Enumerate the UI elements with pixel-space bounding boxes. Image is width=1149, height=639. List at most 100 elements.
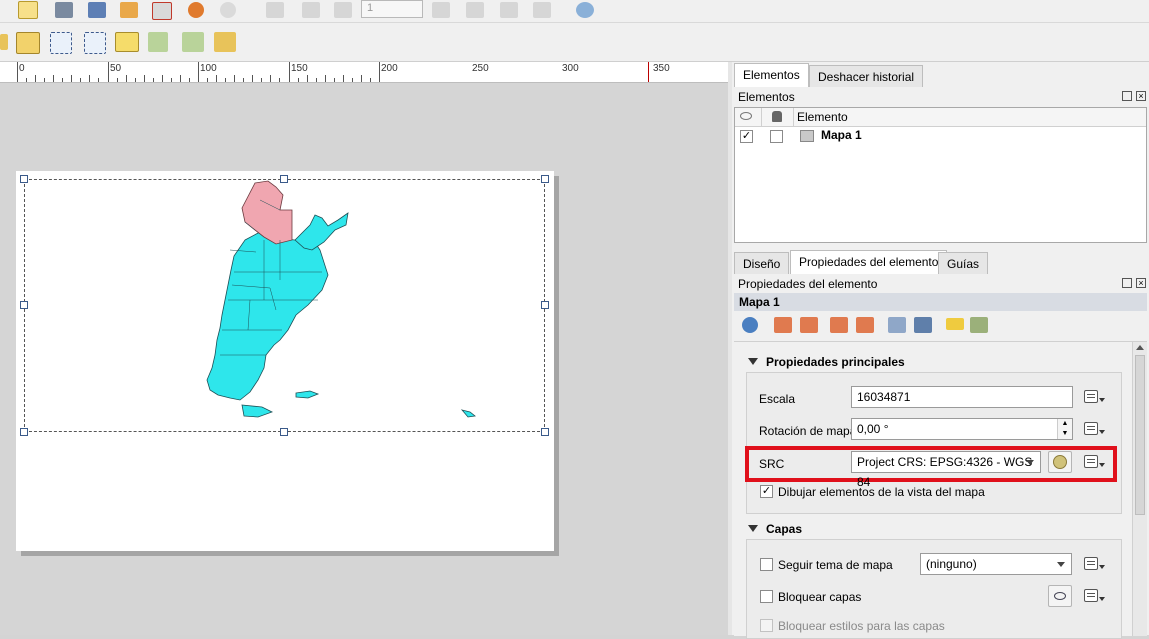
ruler-tick — [162, 75, 163, 82]
resize-handle-bl[interactable] — [20, 428, 28, 436]
ruler-tick — [198, 62, 199, 82]
src-override-button[interactable] — [1082, 452, 1108, 472]
set-extent-icon[interactable] — [774, 317, 792, 333]
resize-handle-mr[interactable] — [541, 301, 549, 309]
next-feature-icon[interactable] — [432, 2, 450, 18]
ruler-label: 250 — [472, 63, 489, 74]
draw-items-checkbox[interactable]: ✓ — [760, 485, 773, 498]
map-tierra-del-fuego — [241, 404, 274, 418]
theme-override-button[interactable] — [1082, 554, 1108, 574]
scroll-up-icon[interactable] — [1136, 345, 1144, 350]
layers-header[interactable]: Capas — [766, 522, 802, 536]
vertical-scrollbar[interactable] — [1132, 342, 1147, 636]
lock-layers-override-button[interactable] — [1082, 586, 1108, 606]
item-lock-checkbox[interactable] — [770, 130, 783, 143]
collapse-layers-icon[interactable] — [748, 525, 758, 532]
rotation-input[interactable]: 0,00 ° ▲ ▼ — [851, 418, 1073, 440]
scrollbar-thumb[interactable] — [1135, 355, 1145, 515]
ruler-tick — [289, 62, 290, 82]
raise-items-icon[interactable] — [115, 32, 139, 52]
refresh-icon[interactable] — [742, 317, 758, 333]
label-settings-icon[interactable] — [970, 317, 988, 333]
rotation-label: Rotación de mapa — [759, 424, 857, 438]
props-panel-title: Propiedades del elemento — [738, 277, 878, 291]
distribute-icon[interactable] — [182, 32, 204, 52]
print-atlas-icon[interactable] — [500, 2, 518, 18]
grid-icon[interactable] — [914, 317, 932, 333]
ruler-tick — [252, 75, 253, 82]
follow-theme-checkbox[interactable] — [760, 558, 773, 571]
map-item-icon — [800, 130, 814, 142]
atlas-icon[interactable] — [266, 2, 284, 18]
tab-guias[interactable]: Guías — [938, 252, 989, 274]
first-feature-icon[interactable] — [302, 2, 320, 18]
group-icon[interactable] — [50, 32, 72, 54]
tab-elementos[interactable]: Elementos — [734, 63, 809, 87]
resize-handle-tr[interactable] — [541, 175, 549, 183]
layer-visibility-button[interactable] — [1048, 585, 1072, 607]
undo-icon[interactable] — [188, 2, 204, 18]
ruler-tick — [53, 75, 54, 82]
resize-handle-ml[interactable] — [20, 301, 28, 309]
select-crs-button[interactable] — [1048, 451, 1072, 473]
unlock-items-icon[interactable] — [16, 32, 40, 54]
labels-icon[interactable] — [946, 318, 964, 330]
ruler-label: 200 — [381, 63, 398, 74]
rotation-override-button[interactable] — [1082, 419, 1108, 439]
view-extent-icon[interactable] — [800, 317, 818, 333]
theme-combo[interactable]: (ninguno) — [920, 553, 1072, 575]
resize-handle-tl[interactable] — [20, 175, 28, 183]
zoom-layer-icon[interactable] — [888, 317, 906, 333]
print-icon[interactable] — [55, 2, 73, 18]
ruler-tick — [17, 62, 18, 82]
ruler-tick — [279, 78, 280, 82]
move-content-icon[interactable] — [856, 317, 874, 333]
item-toolbar — [0, 23, 1149, 62]
lock-layers-checkbox[interactable] — [760, 590, 773, 603]
resize-handle-bm[interactable] — [280, 428, 288, 436]
ruler-tick — [180, 75, 181, 82]
tab-deshacer-historial[interactable]: Deshacer historial — [809, 65, 924, 87]
export-pdf-icon[interactable] — [152, 2, 172, 20]
ruler-label: 300 — [562, 63, 579, 74]
export-svg-icon[interactable] — [120, 2, 138, 18]
ruler-tick — [98, 78, 99, 82]
align-left-icon[interactable] — [148, 32, 168, 52]
close-props-icon[interactable]: × — [1136, 278, 1146, 288]
rotation-spin-icon[interactable]: ▲ ▼ — [1057, 419, 1072, 439]
elements-tree[interactable]: Elemento ✓ Mapa 1 — [734, 107, 1147, 243]
ruler-label: 0 — [19, 63, 25, 74]
resize-icon[interactable] — [214, 32, 236, 52]
page-number-combo[interactable]: 1 — [361, 0, 423, 18]
export-image-icon[interactable] — [88, 2, 106, 18]
main-props-header[interactable]: Propiedades principales — [766, 355, 905, 369]
src-combo[interactable]: Project CRS: EPSG:4326 - WGS 84 — [851, 451, 1041, 489]
scale-override-button[interactable] — [1082, 387, 1108, 407]
tab-diseno-label: Diseño — [743, 257, 781, 271]
last-feature-icon[interactable] — [466, 2, 484, 18]
float-props-icon[interactable] — [1122, 278, 1132, 288]
argentina-map — [206, 180, 476, 418]
close-panel-icon[interactable]: × — [1136, 91, 1146, 101]
new-layout-icon[interactable] — [18, 1, 38, 19]
item-header-bar: Mapa 1 — [734, 293, 1147, 311]
collapse-main-props-icon[interactable] — [748, 358, 758, 365]
export-atlas-icon[interactable] — [533, 2, 551, 18]
tab-propiedades-elemento[interactable]: Propiedades del elemento — [790, 250, 948, 274]
redo-icon[interactable] — [220, 2, 236, 18]
tab-diseno[interactable]: Diseño — [734, 252, 790, 274]
float-panel-icon[interactable] — [1122, 91, 1132, 101]
ruler-tick — [26, 78, 27, 82]
resize-handle-br[interactable] — [541, 428, 549, 436]
lock-header-icon — [772, 111, 782, 122]
scale-input[interactable]: 16034871 — [851, 386, 1073, 408]
ruler-label: 150 — [291, 63, 308, 74]
atlas-settings-icon[interactable] — [576, 2, 594, 18]
bookmark-icon[interactable] — [830, 317, 848, 333]
lock-items-icon[interactable] — [0, 34, 8, 50]
ungroup-icon[interactable] — [84, 32, 106, 54]
item-visible-checkbox[interactable]: ✓ — [740, 130, 753, 143]
map-northeast-region — [294, 212, 349, 251]
ruler-tick — [153, 78, 154, 82]
prev-feature-icon[interactable] — [334, 2, 352, 18]
